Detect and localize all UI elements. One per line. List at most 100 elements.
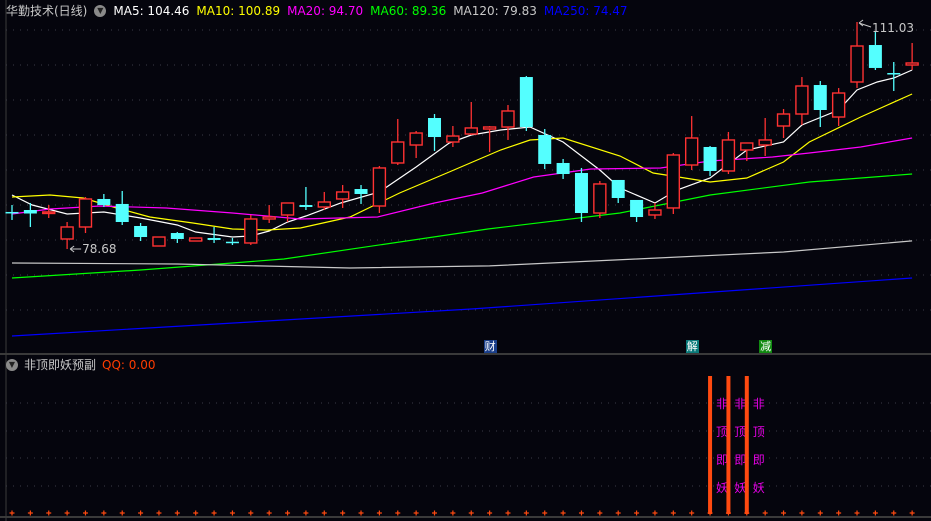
candle	[409, 130, 423, 158]
chevron-down-circle-icon[interactable]: ▼	[6, 358, 18, 371]
baseline-cross-marker	[211, 510, 217, 516]
indicator-value: QQ: 0.00	[102, 357, 156, 372]
baseline-cross-marker	[487, 510, 493, 516]
candle	[42, 205, 56, 218]
signal-char: 妖	[753, 481, 765, 495]
baseline-cross-marker	[891, 510, 897, 516]
candle-body	[170, 233, 184, 239]
baseline-cross-marker	[670, 510, 676, 516]
baseline-cross-marker	[505, 510, 511, 516]
event-marker[interactable]: 财	[483, 340, 497, 353]
candle-body	[868, 45, 882, 68]
sub-panel-title: 非顶即妖预副	[24, 358, 97, 372]
baseline-cross-marker	[872, 510, 878, 516]
baseline-cross-marker	[156, 510, 162, 516]
candle	[372, 166, 387, 214]
candle	[482, 126, 497, 153]
baseline-cross-marker	[597, 510, 603, 516]
baseline-cross-marker	[101, 510, 107, 516]
baseline-cross-marker	[689, 510, 695, 516]
candle	[850, 22, 864, 89]
candle-body	[23, 210, 37, 214]
signal-char: 即	[716, 453, 728, 467]
signal-char: 顶	[734, 425, 746, 439]
candle	[391, 118, 405, 166]
candle-body	[244, 218, 258, 244]
baseline-cross-marker	[138, 510, 144, 516]
baseline-cross-marker	[523, 510, 529, 516]
candle	[684, 116, 699, 170]
candle	[868, 32, 882, 70]
candle	[78, 197, 93, 234]
candle-body	[684, 137, 699, 166]
candle-body	[97, 198, 111, 206]
baseline-cross-marker	[285, 510, 291, 516]
event-marker[interactable]: 解	[685, 340, 699, 353]
candle-body	[776, 113, 791, 127]
baseline-cross-marker	[266, 510, 272, 516]
candle	[60, 222, 74, 250]
candle-body	[905, 62, 919, 66]
candle-body	[152, 236, 166, 247]
baseline-cross-marker	[542, 510, 548, 516]
candle-body	[519, 77, 533, 127]
candle-body	[60, 226, 74, 240]
ma-line-ma120	[11, 240, 913, 269]
signal-char: 顶	[753, 425, 765, 439]
annotation-low-label: 78.68	[82, 242, 116, 256]
candle	[354, 185, 368, 204]
candle-body	[207, 238, 221, 240]
candle-body	[482, 126, 497, 130]
signal-char: 顶	[716, 425, 728, 439]
signal-bar	[708, 376, 713, 514]
candle-body	[721, 139, 736, 172]
baseline-cross-marker	[46, 510, 52, 516]
signal-bar	[726, 376, 731, 514]
ma-label-ma250: MA250: 74.47	[543, 3, 628, 18]
candle-body	[446, 135, 460, 143]
candle	[703, 146, 717, 177]
candle-body	[372, 167, 387, 207]
chevron-down-circle-icon[interactable]: ▼	[94, 4, 107, 17]
candle	[556, 158, 570, 179]
ma-line-ma20	[11, 137, 913, 220]
signal-char: 即	[734, 453, 746, 467]
ma-label-ma120: MA120: 79.83	[453, 3, 537, 18]
baseline-cross-marker	[9, 510, 15, 516]
signal-char: 非	[716, 397, 728, 411]
candle	[666, 153, 681, 214]
candle-body	[630, 199, 644, 218]
baseline-cross-marker	[174, 510, 180, 516]
candle-body	[887, 73, 901, 75]
candle	[593, 181, 607, 218]
candle-body	[758, 139, 772, 146]
ma-label-ma60: MA60: 89.36	[370, 3, 447, 18]
candle	[831, 88, 846, 126]
candle-body	[831, 92, 846, 118]
annotation-arrow	[858, 19, 872, 28]
candle	[813, 81, 827, 127]
baseline-cross-marker	[817, 510, 823, 516]
baseline-cross-marker	[82, 510, 88, 516]
baseline-cross-marker	[836, 510, 842, 516]
candle-body	[317, 201, 331, 208]
candle	[464, 102, 478, 135]
candle	[262, 205, 276, 223]
candle-body	[409, 132, 423, 146]
event-marker[interactable]: 减	[759, 340, 773, 353]
baseline-cross-marker	[450, 510, 456, 516]
candle-body	[464, 127, 478, 135]
baseline-cross-marker	[376, 510, 382, 516]
signal-char: 妖	[734, 481, 746, 495]
candle	[170, 232, 184, 243]
main-legend: 华勤技术(日线) ▼ MA5: 104.46 MA10: 100.89 MA20: …	[6, 2, 628, 19]
baseline-cross-marker	[193, 510, 199, 516]
candle	[776, 109, 791, 138]
candle	[905, 42, 919, 70]
ma-label-ma5: MA5: 104.46	[113, 3, 190, 18]
candle	[225, 238, 239, 246]
ma-label-list: MA5: 104.46 MA10: 100.89 MA20: 94.70 MA60: …	[113, 4, 627, 18]
candle	[299, 186, 313, 210]
candle	[795, 77, 809, 126]
ma-label-ma10: MA10: 100.89	[196, 3, 281, 18]
